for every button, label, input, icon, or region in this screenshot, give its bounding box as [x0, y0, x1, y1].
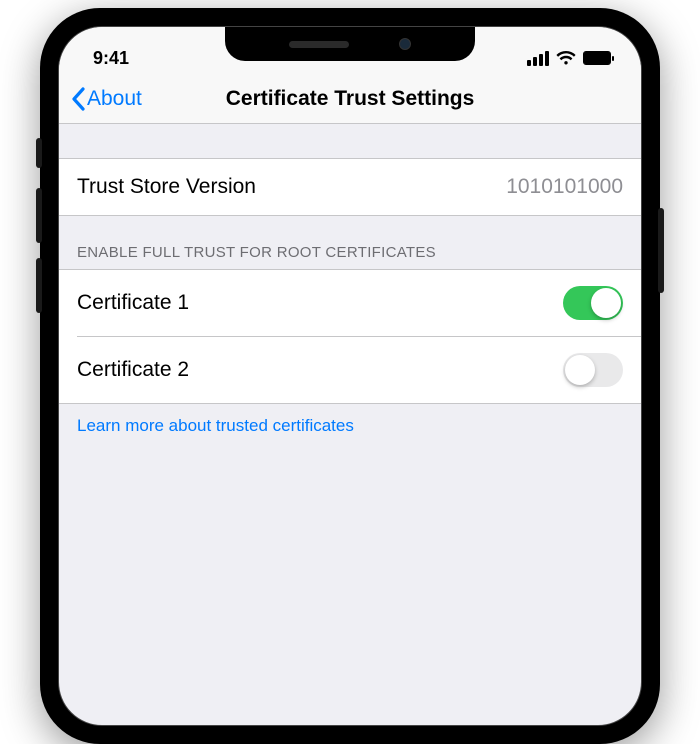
certificate-toggle[interactable]: [563, 353, 623, 387]
speaker-grille: [289, 41, 349, 48]
status-indicators: [527, 51, 611, 66]
volume-down-button: [36, 258, 42, 313]
volume-up-button: [36, 188, 42, 243]
cellular-signal-icon: [527, 51, 549, 66]
page-title: Certificate Trust Settings: [59, 87, 641, 111]
status-time: 9:41: [93, 48, 129, 69]
certificate-list: Certificate 1 Certificate 2: [59, 269, 641, 404]
power-button: [658, 208, 664, 293]
section-spacer: [59, 124, 641, 158]
learn-more-link[interactable]: Learn more about trusted certificates: [59, 404, 641, 448]
back-label: About: [87, 87, 142, 111]
certificate-name: Certificate 1: [77, 291, 189, 315]
battery-icon: [583, 51, 611, 65]
notch: [225, 27, 475, 61]
toggle-knob: [591, 288, 621, 318]
chevron-left-icon: [71, 87, 85, 111]
phone-frame: 9:41 About Certificate Trust Settings: [40, 8, 660, 744]
screen: 9:41 About Certificate Trust Settings: [58, 26, 642, 726]
trust-store-version-label: Trust Store Version: [77, 175, 256, 199]
certificate-name: Certificate 2: [77, 358, 189, 382]
certificate-toggle[interactable]: [563, 286, 623, 320]
section-header: ENABLE FULL TRUST FOR ROOT CERTIFICATES: [59, 216, 641, 269]
certificate-row: Certificate 1: [59, 270, 641, 336]
wifi-icon: [556, 51, 576, 66]
certificate-row: Certificate 2: [59, 337, 641, 403]
trust-store-version-value: 1010101000: [506, 175, 623, 199]
back-button[interactable]: About: [71, 87, 142, 111]
toggle-knob: [565, 355, 595, 385]
mute-switch: [36, 138, 42, 168]
navigation-bar: About Certificate Trust Settings: [59, 77, 641, 124]
front-camera: [399, 38, 411, 50]
trust-store-version-row: Trust Store Version 1010101000: [59, 158, 641, 216]
